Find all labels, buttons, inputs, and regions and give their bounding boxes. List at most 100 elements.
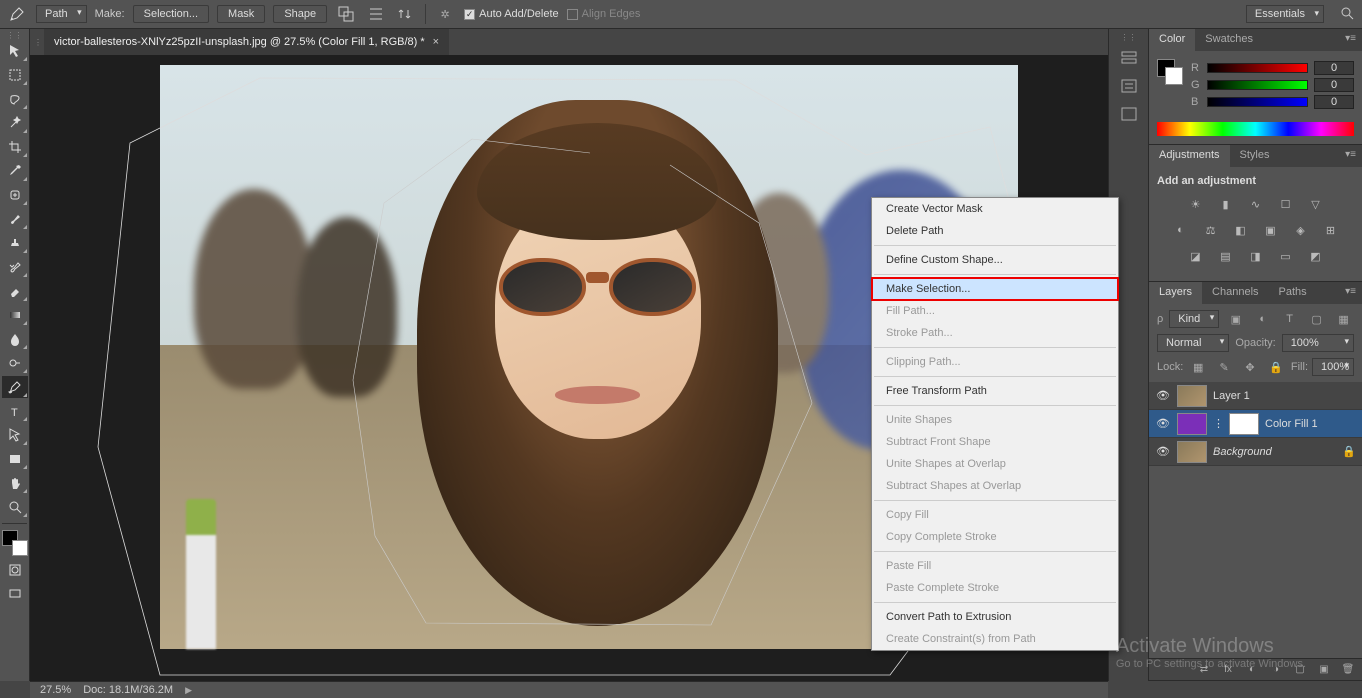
layer-filter-kind[interactable]: Kind [1169, 310, 1219, 328]
lock-transparent-icon[interactable]: ▦ [1187, 358, 1209, 376]
gradient-tool[interactable] [2, 304, 28, 326]
tab-styles[interactable]: Styles [1230, 145, 1280, 167]
rectangle-tool[interactable] [2, 448, 28, 470]
marquee-tool[interactable] [2, 64, 28, 86]
spectrum-bar[interactable] [1157, 122, 1354, 136]
filter-adjustment-icon[interactable]: ◐ [1252, 310, 1273, 328]
history-brush-tool[interactable] [2, 256, 28, 278]
properties-panel-icon[interactable] [1115, 74, 1143, 98]
panel-menu-icon[interactable]: ▾≡ [1339, 145, 1362, 167]
eyedropper-tool[interactable] [2, 160, 28, 182]
posterize-icon[interactable]: ▤ [1215, 247, 1237, 265]
lock-position-icon[interactable]: ✥ [1239, 358, 1261, 376]
document-tab[interactable]: victor-ballesteros-XNlYz25pzII-unsplash.… [44, 29, 449, 55]
filter-type-icon[interactable]: T [1279, 310, 1300, 328]
exposure-icon[interactable]: ☐ [1275, 195, 1297, 213]
blue-slider[interactable] [1207, 97, 1308, 107]
align-edges-checkbox[interactable]: Align Edges [567, 8, 641, 20]
layer-thumbnail[interactable] [1177, 385, 1207, 407]
threshold-icon[interactable]: ◨ [1245, 247, 1267, 265]
quick-mask-mode[interactable] [2, 559, 28, 581]
layer-thumbnail[interactable] [1177, 413, 1207, 435]
visibility-icon[interactable]: 👁 [1155, 417, 1171, 430]
visibility-icon[interactable]: 👁 [1155, 389, 1171, 402]
selection-button[interactable]: Selection... [133, 5, 209, 23]
brightness-icon[interactable]: ☀ [1185, 195, 1207, 213]
filter-smart-icon[interactable]: ▦ [1333, 310, 1354, 328]
workspace-dropdown[interactable]: Essentials [1246, 5, 1324, 23]
blend-mode-dropdown[interactable]: Normal [1157, 334, 1229, 352]
green-slider[interactable] [1207, 80, 1308, 90]
crop-tool[interactable] [2, 136, 28, 158]
character-panel-icon[interactable] [1115, 102, 1143, 126]
layer-name[interactable]: Layer 1 [1213, 390, 1356, 402]
toolbar-grip[interactable]: ⋮⋮ [0, 31, 29, 39]
move-tool[interactable] [2, 40, 28, 62]
new-layer-icon[interactable]: ▣ [1316, 662, 1332, 678]
selective-color-icon[interactable]: ◩ [1305, 247, 1327, 265]
channel-mixer-icon[interactable]: ◈ [1290, 221, 1312, 239]
layer-row[interactable]: 👁 Background 🔒 [1149, 438, 1362, 466]
auto-add-delete-checkbox[interactable]: Auto Add/Delete [464, 8, 559, 20]
path-mode-dropdown[interactable]: Path [36, 5, 87, 23]
magic-wand-tool[interactable] [2, 112, 28, 134]
panel-menu-icon[interactable]: ▾≡ [1339, 29, 1362, 51]
layer-name[interactable]: Background [1213, 446, 1336, 458]
mask-button[interactable]: Mask [217, 5, 265, 23]
lock-all-icon[interactable]: 🔒 [1265, 358, 1287, 376]
gear-icon[interactable]: ✲ [434, 5, 456, 23]
eraser-tool[interactable] [2, 280, 28, 302]
layer-thumbnail[interactable] [1177, 441, 1207, 463]
lasso-tool[interactable] [2, 88, 28, 110]
tab-adjustments[interactable]: Adjustments [1149, 145, 1230, 167]
layer-row[interactable]: 👁 ⋮ Color Fill 1 [1149, 410, 1362, 438]
search-icon[interactable] [1340, 6, 1356, 22]
hue-icon[interactable]: ◐ [1170, 221, 1192, 239]
mask-thumbnail[interactable] [1229, 413, 1259, 435]
filter-pixel-icon[interactable]: ▣ [1225, 310, 1246, 328]
close-tab-icon[interactable]: × [433, 36, 439, 48]
path-selection-tool[interactable] [2, 424, 28, 446]
brush-tool[interactable] [2, 208, 28, 230]
vibrance-icon[interactable]: ▽ [1305, 195, 1327, 213]
path-operations-icon[interactable] [335, 5, 357, 23]
context-menu-item[interactable]: Convert Path to Extrusion [872, 606, 1118, 628]
tab-layers[interactable]: Layers [1149, 282, 1202, 304]
shape-button[interactable]: Shape [273, 5, 327, 23]
tab-swatches[interactable]: Swatches [1195, 29, 1263, 51]
lock-image-icon[interactable]: ✎ [1213, 358, 1235, 376]
levels-icon[interactable]: ▮ [1215, 195, 1237, 213]
dock-grip[interactable]: ⋮⋮ [1121, 33, 1137, 42]
tab-paths[interactable]: Paths [1269, 282, 1317, 304]
tab-channels[interactable]: Channels [1202, 282, 1268, 304]
hand-tool[interactable] [2, 472, 28, 494]
screen-mode[interactable] [2, 583, 28, 605]
fill-value[interactable]: 100% [1312, 358, 1354, 376]
history-panel-icon[interactable] [1115, 46, 1143, 70]
type-tool[interactable]: T [2, 400, 28, 422]
path-arrangement-icon[interactable] [395, 5, 417, 23]
red-value[interactable]: 0 [1314, 61, 1354, 75]
color-swatches[interactable] [1157, 59, 1183, 85]
blur-tool[interactable] [2, 328, 28, 350]
context-menu-item[interactable]: Make Selection... [872, 278, 1118, 300]
zoom-level[interactable]: 27.5% [40, 684, 71, 696]
green-value[interactable]: 0 [1314, 78, 1354, 92]
photo-filter-icon[interactable]: ▣ [1260, 221, 1282, 239]
new-group-icon[interactable]: ▢ [1292, 662, 1308, 678]
red-slider[interactable] [1207, 63, 1308, 73]
layer-name[interactable]: Color Fill 1 [1265, 418, 1356, 430]
tab-color[interactable]: Color [1149, 29, 1195, 51]
panel-menu-icon[interactable]: ▾≡ [1339, 282, 1362, 304]
blue-value[interactable]: 0 [1314, 95, 1354, 109]
dodge-tool[interactable] [2, 352, 28, 374]
filter-shape-icon[interactable]: ▢ [1306, 310, 1327, 328]
clone-stamp-tool[interactable] [2, 232, 28, 254]
context-menu-item[interactable]: Delete Path [872, 220, 1118, 242]
layer-row[interactable]: 👁 Layer 1 [1149, 382, 1362, 410]
status-menu-icon[interactable]: ▶ [185, 685, 192, 696]
link-layers-icon[interactable]: ⇄ [1196, 662, 1212, 678]
color-lookup-icon[interactable]: ⊞ [1320, 221, 1342, 239]
context-menu-item[interactable]: Define Custom Shape... [872, 249, 1118, 271]
foreground-background-colors[interactable] [2, 530, 28, 556]
